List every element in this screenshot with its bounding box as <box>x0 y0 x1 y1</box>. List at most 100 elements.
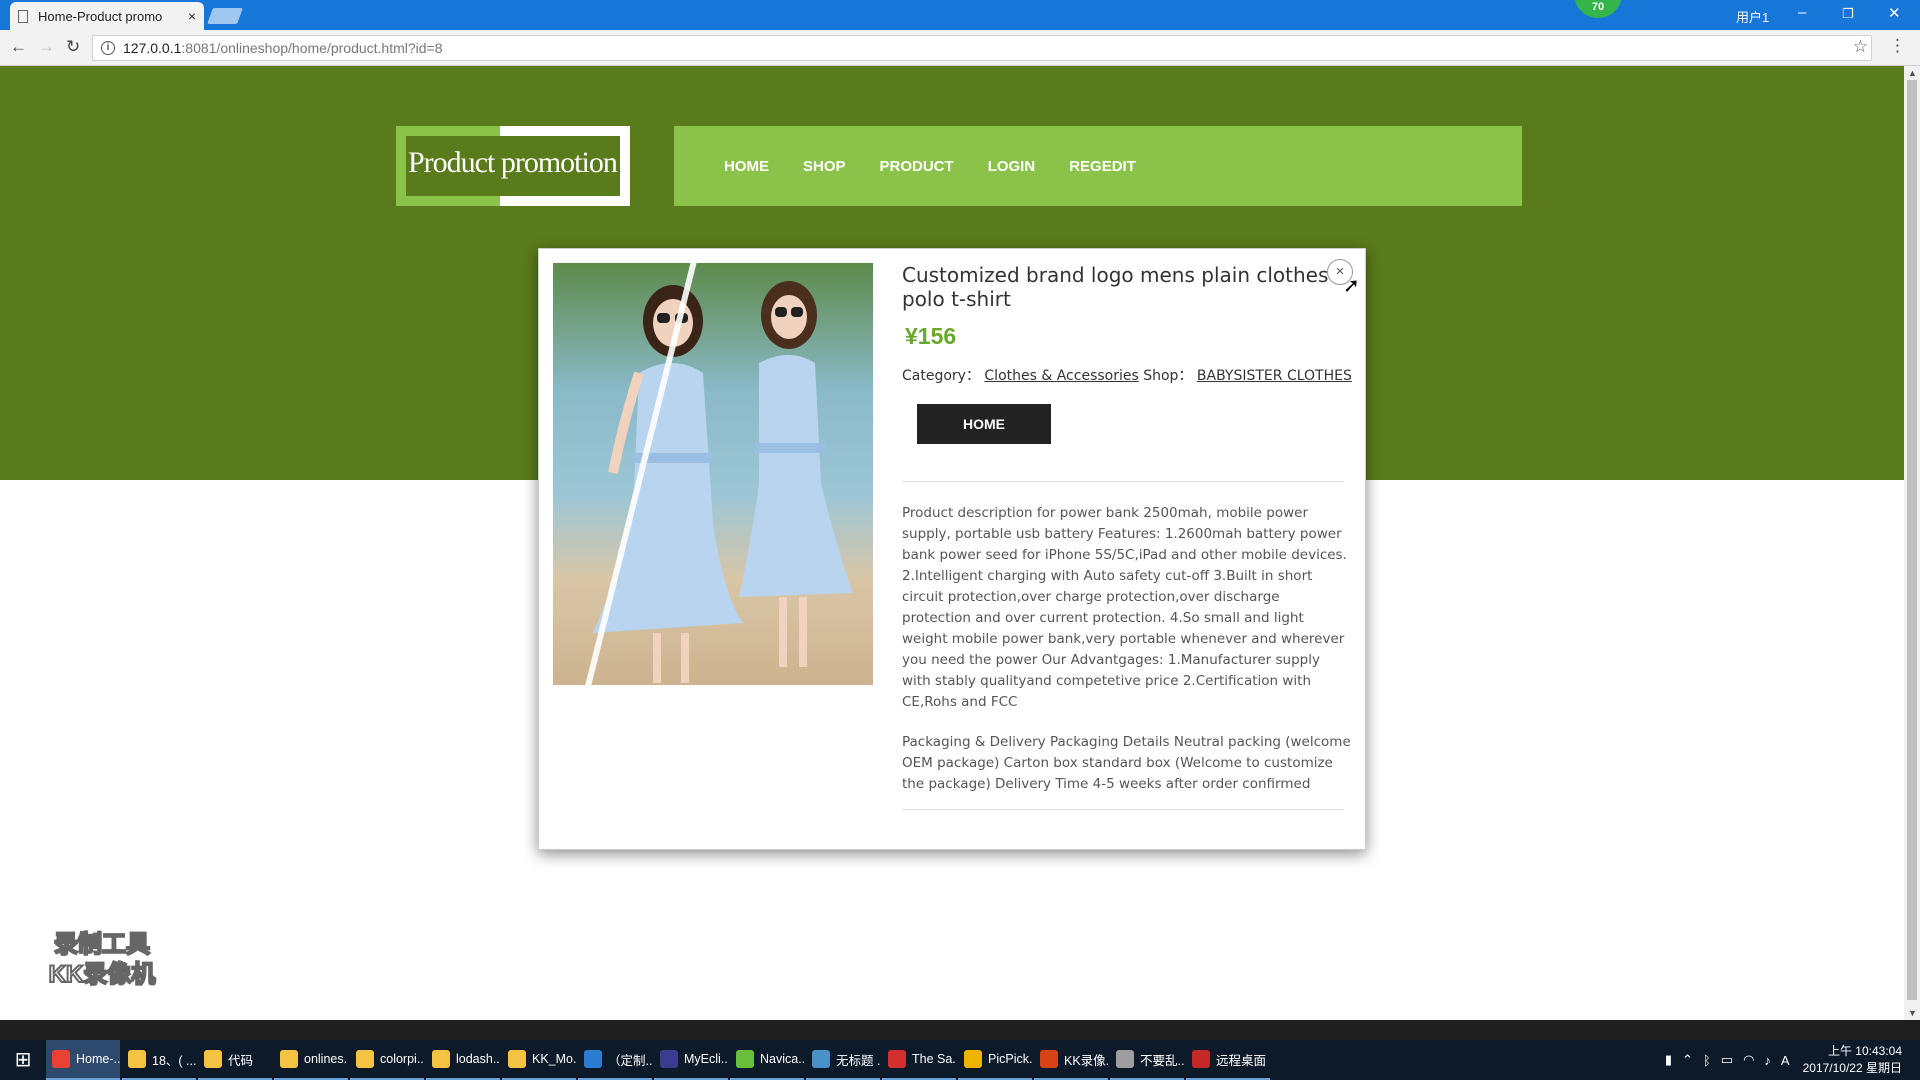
taskbar-item[interactable]: （定制... <box>578 1040 652 1080</box>
minimize-button[interactable]: – <box>1798 4 1806 21</box>
product-description: Product description for power bank 2500m… <box>902 505 1347 710</box>
app-icon <box>52 1050 70 1068</box>
power-icon[interactable]: ▭ <box>1721 1052 1733 1068</box>
app-icon <box>1040 1050 1058 1068</box>
app-icon <box>1192 1050 1210 1068</box>
taskbar-item[interactable]: colorpi... <box>350 1040 424 1080</box>
close-window-button[interactable]: ✕ <box>1888 4 1901 22</box>
chevron-up-icon[interactable]: ⌃ <box>1682 1052 1693 1068</box>
app-icon <box>660 1050 678 1068</box>
url-input[interactable]: i 127.0.0.1:8081/onlineshop/home/product… <box>92 35 1872 61</box>
app-icon <box>812 1050 830 1068</box>
taskbar-item-label: 远程桌面 <box>1216 1053 1267 1068</box>
browser-titlebar: Home-Product promo × 70 用户1 – ❐ ✕ <box>0 0 1920 30</box>
taskbar-item-label: 代码 <box>228 1053 254 1068</box>
packaging-details: Packaging & Delivery Packaging Details N… <box>902 734 1351 792</box>
taskbar-item[interactable]: PicPick... <box>958 1040 1032 1080</box>
home-button[interactable]: HOME <box>917 404 1051 444</box>
taskbar-item[interactable]: KK录像... <box>1034 1040 1108 1080</box>
clock-time: 上午 10:43:04 <box>1827 1044 1902 1058</box>
profile-label[interactable]: 用户1 <box>1736 7 1769 26</box>
ime-icon[interactable]: A <box>1781 1053 1790 1068</box>
site-logo[interactable]: Product promotion <box>396 126 630 206</box>
taskbar-item[interactable]: lodash.... <box>426 1040 500 1080</box>
back-arrow-icon[interactable]: ← <box>10 37 27 57</box>
page-viewport: Product promotion HOME SHOP PRODUCT LOGI… <box>0 66 1904 1020</box>
shop-label: Shop： <box>1143 368 1193 384</box>
page-icon <box>18 9 28 23</box>
category-link[interactable]: Clothes & Accessories <box>984 368 1138 384</box>
taskbar-item-label: 不要乱... <box>1140 1053 1184 1068</box>
reload-icon[interactable]: ↻ <box>66 37 80 57</box>
wifi-icon[interactable]: ◠ <box>1743 1052 1754 1068</box>
product-price: ¥156 <box>905 323 957 349</box>
taskbar-item[interactable]: 18、( ... <box>122 1040 196 1080</box>
info-icon[interactable]: i <box>101 41 115 55</box>
taskbar-item-label: KK_Mo... <box>532 1052 576 1066</box>
divider <box>902 809 1344 810</box>
taskbar-item-label: PicPick... <box>988 1052 1032 1066</box>
taskbar-item-label: 无标题 ... <box>836 1053 880 1068</box>
scroll-down-icon[interactable]: ▼ <box>1908 1008 1917 1018</box>
system-tray: ▮ ⌃ ᛒ ▭ ◠ ♪ A 上午 10:43:04 2017/10/22 星期日 <box>1660 1040 1920 1080</box>
taskbar-item-label: MyEcli... <box>684 1052 728 1066</box>
scroll-up-icon[interactable]: ▲ <box>1908 68 1917 78</box>
scroll-thumb[interactable] <box>1907 80 1917 1000</box>
app-icon <box>356 1050 374 1068</box>
nav-login[interactable]: LOGIN <box>988 158 1036 175</box>
taskbar-item[interactable]: KK_Mo... <box>502 1040 576 1080</box>
nav-product[interactable]: PRODUCT <box>880 158 954 175</box>
taskbar-item-label: colorpi... <box>380 1052 424 1066</box>
taskbar-item[interactable]: 无标题 ... <box>806 1040 880 1080</box>
tab-close-icon[interactable]: × <box>188 8 196 24</box>
taskbar-item[interactable]: 不要乱... <box>1110 1040 1184 1080</box>
taskbar-item-label: lodash.... <box>456 1052 500 1066</box>
app-icon <box>888 1050 906 1068</box>
page-scrollbar[interactable]: ▲ ▼ <box>1904 66 1920 1020</box>
divider <box>902 481 1344 482</box>
taskbar-item-label: 18、( ... <box>152 1053 196 1068</box>
menu-kebab-icon[interactable]: ⋮ <box>1889 36 1906 56</box>
shop-link[interactable]: BABYSISTER CLOTHES <box>1197 368 1352 384</box>
taskbar-item[interactable]: Home-... <box>46 1040 120 1080</box>
recorder-watermark: 录制工具 KK录像机 <box>32 930 172 990</box>
new-tab-button[interactable] <box>207 8 243 24</box>
nav-shop[interactable]: SHOP <box>803 158 846 175</box>
logo-text: Product promotion <box>408 146 618 179</box>
restore-button[interactable]: ❐ <box>1842 6 1854 22</box>
volume-icon[interactable]: ♪ <box>1764 1053 1771 1068</box>
app-icon <box>508 1050 526 1068</box>
taskbar-item[interactable]: 远程桌面 <box>1186 1040 1270 1080</box>
taskbar-item[interactable]: onlines... <box>274 1040 348 1080</box>
windows-taskbar: ⊞ Home-... 18、( ... 代码 onlines... colorpi...… <box>0 1040 1920 1080</box>
floating-badge: 70 <box>1574 0 1622 18</box>
address-toolbar: ← → ↻ i 127.0.0.1:8081/onlineshop/home/p… <box>0 30 1920 66</box>
product-title: Customized brand logo mens plain clothes… <box>902 263 1329 311</box>
battery-icon[interactable]: ▮ <box>1665 1052 1672 1068</box>
bookmark-star-icon[interactable]: ☆ <box>1853 37 1868 57</box>
browser-tab[interactable]: Home-Product promo × <box>10 2 204 30</box>
nav-regedit[interactable]: REGEDIT <box>1069 158 1136 175</box>
taskbar-clock[interactable]: 上午 10:43:04 2017/10/22 星期日 <box>1803 1043 1902 1077</box>
bluetooth-icon[interactable]: ᛒ <box>1703 1053 1711 1068</box>
forward-arrow-icon[interactable]: → <box>38 37 55 57</box>
taskbar-item-label: The Sa... <box>912 1052 956 1066</box>
category-label: Category： <box>902 368 980 384</box>
app-icon <box>964 1050 982 1068</box>
nav-home[interactable]: HOME <box>724 158 769 175</box>
clock-date: 2017/10/22 星期日 <box>1802 1061 1902 1075</box>
taskbar-item[interactable]: 代码 <box>198 1040 272 1080</box>
taskbar-item[interactable]: The Sa... <box>882 1040 956 1080</box>
product-image <box>553 263 873 685</box>
product-meta: Category： Clothes & Accessories Shop： BA… <box>902 365 1352 385</box>
taskbar-item-label: onlines... <box>304 1052 348 1066</box>
mouse-cursor-icon: ➚ <box>1343 275 1360 297</box>
taskbar-item-label: Navica... <box>760 1052 804 1066</box>
page-footer-strip <box>0 1020 1920 1042</box>
start-button[interactable]: ⊞ <box>0 1040 46 1080</box>
taskbar-item[interactable]: Navica... <box>730 1040 804 1080</box>
watermark-line1: 录制工具 <box>53 930 151 959</box>
main-navigation: HOME SHOP PRODUCT LOGIN REGEDIT <box>674 126 1522 206</box>
taskbar-item[interactable]: MyEcli... <box>654 1040 728 1080</box>
taskbar-item-label: KK录像... <box>1064 1053 1108 1068</box>
